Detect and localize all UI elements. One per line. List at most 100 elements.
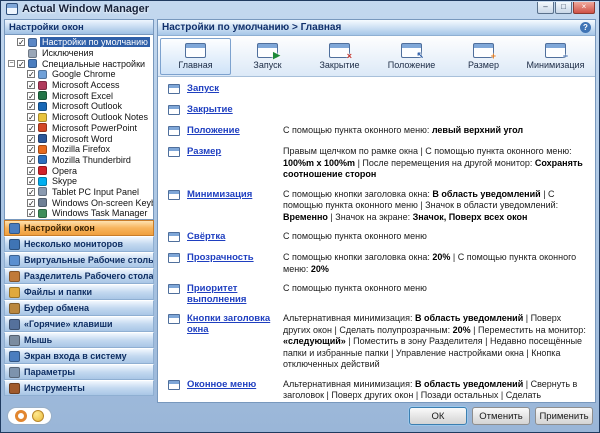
tree-item-label[interactable]: Windows On-screen Keyboard (50, 198, 154, 208)
sidebar-item-label: Инструменты (24, 383, 85, 393)
checkbox[interactable] (27, 92, 35, 100)
sidebar-item-virtual-desktops[interactable]: Виртуальные Рабочие столы (4, 252, 154, 268)
setting-link[interactable]: Свёртка (187, 231, 283, 244)
checkbox[interactable] (27, 145, 35, 153)
setting-link[interactable]: Приоритет выполнения (187, 283, 283, 305)
setting-link[interactable]: Прозрачность (187, 252, 283, 275)
checkbox[interactable] (27, 102, 35, 110)
tree-item-outlook-notes[interactable]: Microsoft Outlook Notes (7, 112, 153, 123)
tab-closing[interactable]: × Закрытие (304, 38, 375, 75)
sidebar-item-tools[interactable]: Инструменты (4, 380, 154, 396)
tree-item-label[interactable]: Microsoft Word (50, 134, 114, 144)
tree-item-excel[interactable]: Microsoft Excel (7, 90, 153, 101)
setting-link[interactable]: Положение (187, 125, 283, 138)
cancel-button[interactable]: Отменить (472, 407, 530, 425)
minimize-icon[interactable]: – (537, 2, 554, 14)
checkbox[interactable] (27, 177, 35, 185)
tools-icon (9, 383, 20, 394)
tree-item-label[interactable]: Настройки по умолчанию (40, 37, 150, 47)
setting-link[interactable]: Размер (187, 146, 283, 181)
tab-startup[interactable]: ▶ Запуск (232, 38, 303, 75)
tree-item-label[interactable]: Skype (50, 176, 79, 186)
closing-icon (168, 105, 180, 115)
tree-item-label[interactable]: Google Chrome (50, 69, 118, 79)
setting-link[interactable]: Кнопки заголовка окна (187, 313, 283, 371)
checkbox[interactable] (27, 113, 35, 121)
tree-item-label[interactable]: Tablet PC Input Panel (50, 187, 141, 197)
mouse-icon (9, 335, 20, 346)
setting-row-window-menu: Оконное меню Альтернативная минимизация:… (168, 379, 587, 403)
sidebar-item-clipboard[interactable]: Буфер обмена (4, 300, 154, 316)
tree-item-label[interactable]: Специальные настройки (40, 59, 147, 69)
sidebar-item-multiple-monitors[interactable]: Несколько мониторов (4, 236, 154, 252)
hint-icon[interactable] (32, 410, 44, 422)
sidebar-item-hotkeys[interactable]: «Горячие» клавиши (4, 316, 154, 332)
checkbox[interactable] (27, 124, 35, 132)
checkbox[interactable] (27, 81, 35, 89)
tree-item-firefox[interactable]: Mozilla Firefox (7, 144, 153, 155)
tree-item-label[interactable]: Microsoft Outlook (50, 101, 124, 111)
tree-item-default-settings[interactable]: Настройки по умолчанию (7, 37, 153, 48)
maximize-icon[interactable]: □ (555, 2, 572, 14)
close-icon[interactable]: × (573, 2, 595, 14)
settings-list: Запуск Закрытие Положение С помощью пунк… (158, 77, 595, 402)
tab-minimize[interactable]: − Минимизация (520, 38, 591, 75)
setting-link[interactable]: Закрытие (187, 104, 283, 117)
tab-main[interactable]: Главная (160, 38, 231, 75)
tab-position[interactable]: ↖ Положение (376, 38, 447, 75)
help-icon[interactable] (15, 410, 27, 422)
checkbox[interactable] (27, 199, 35, 207)
tree-item-access[interactable]: Microsoft Access (7, 80, 153, 91)
ok-button[interactable]: ОК (409, 407, 467, 425)
tree-item-label[interactable]: Microsoft Outlook Notes (50, 112, 150, 122)
checkbox[interactable] (17, 60, 25, 68)
tree-item-label[interactable]: Microsoft Access (50, 80, 122, 90)
tree-item-special-settings[interactable]: − Специальные настройки (7, 58, 153, 69)
tree-item-label[interactable]: Opera (50, 166, 79, 176)
tree-item-label[interactable]: Mozilla Thunderbird (50, 155, 133, 165)
tree-item-opera[interactable]: Opera (7, 165, 153, 176)
setting-row-minimize: Минимизация С помощью кнопки заголовка о… (168, 189, 587, 224)
tree-item-powerpoint[interactable]: Microsoft PowerPoint (7, 123, 153, 134)
checkbox[interactable] (27, 70, 35, 78)
setting-link[interactable]: Запуск (187, 83, 283, 96)
setting-link[interactable]: Минимизация (187, 189, 283, 224)
startup-icon (168, 84, 180, 94)
tree-item-tablet-pc[interactable]: Tablet PC Input Panel (7, 187, 153, 198)
tree-item-chrome[interactable]: Google Chrome (7, 69, 153, 80)
tree-item-label[interactable]: Исключения (40, 48, 95, 58)
tree-item-thunderbird[interactable]: Mozilla Thunderbird (7, 155, 153, 166)
tree-item-label[interactable]: Microsoft Excel (50, 91, 115, 101)
tree-item-outlook[interactable]: Microsoft Outlook (7, 101, 153, 112)
checkbox[interactable] (27, 167, 35, 175)
tree-item-label[interactable]: Mozilla Firefox (50, 144, 112, 154)
tree-item-label[interactable]: Windows Task Manager (50, 208, 149, 218)
apply-button[interactable]: Применить (535, 407, 593, 425)
sidebar-item-window-settings[interactable]: Настройки окон (4, 220, 154, 236)
collapse-icon[interactable]: − (8, 60, 15, 67)
help-icon[interactable]: ? (580, 22, 591, 33)
checkbox[interactable] (27, 188, 35, 196)
sidebar-item-files-folders[interactable]: Файлы и папки (4, 284, 154, 300)
tree-item-onscreen-keyboard[interactable]: Windows On-screen Keyboard (7, 197, 153, 208)
setting-summary: С помощью кнопки заголовка окна: 20% | С… (283, 252, 587, 275)
checkbox[interactable] (27, 209, 35, 217)
onscreen-keyboard-icon (38, 198, 47, 207)
sidebar-item-desktop-divider[interactable]: Разделитель Рабочего стола (4, 268, 154, 284)
tree-item-exclusions[interactable]: Исключения (7, 48, 153, 59)
sidebar-item-mouse[interactable]: Мышь (4, 332, 154, 348)
checkbox[interactable] (27, 135, 35, 143)
setting-row-transparency: Прозрачность С помощью кнопки заголовка … (168, 252, 587, 275)
sidebar-item-logon-screen[interactable]: Экран входа в систему (4, 348, 154, 364)
sidebar-item-options[interactable]: Параметры (4, 364, 154, 380)
tab-size[interactable]: + Размер (448, 38, 519, 75)
tree-item-label[interactable]: Microsoft PowerPoint (50, 123, 139, 133)
tree-item-skype[interactable]: Skype (7, 176, 153, 187)
checkbox[interactable] (17, 38, 25, 46)
tree-item-task-manager[interactable]: Windows Task Manager (7, 208, 153, 219)
tree-item-word[interactable]: Microsoft Word (7, 133, 153, 144)
checkbox[interactable] (27, 156, 35, 164)
content-header: Настройки по умолчанию > Главная ? (158, 20, 595, 36)
setting-summary (283, 83, 587, 96)
setting-link[interactable]: Оконное меню (187, 379, 283, 403)
